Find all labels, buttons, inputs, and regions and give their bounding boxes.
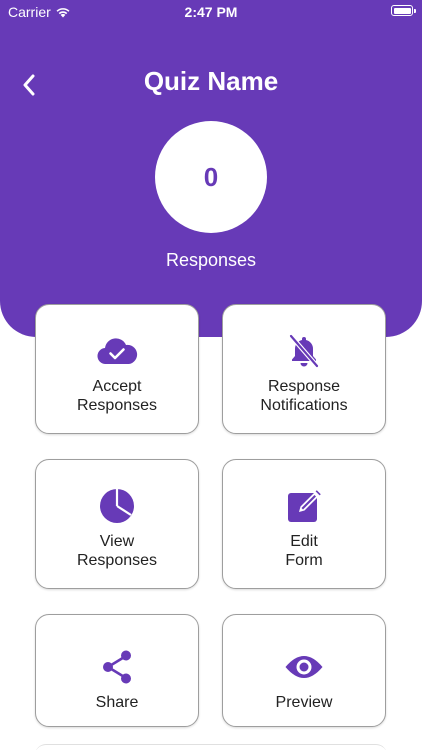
quiz-dashboard-screen: Carrier 2:47 PM Quiz Name 0 Responses Ac… <box>0 0 422 750</box>
next-card-edge <box>35 744 387 750</box>
cloud-check-icon <box>96 333 138 369</box>
response-notifications-label: Response Notifications <box>260 378 348 414</box>
response-count-circle: 0 <box>155 121 267 233</box>
accept-responses-button[interactable]: Accept Responses <box>35 304 199 434</box>
preview-button[interactable]: Preview <box>222 614 386 727</box>
page-title: Quiz Name <box>143 66 279 96</box>
status-time: 2:47 PM <box>184 4 238 20</box>
response-notifications-button[interactable]: Response Notifications <box>222 304 386 434</box>
edit-icon <box>286 488 322 524</box>
edit-form-label: Edit Form <box>285 533 323 569</box>
share-label: Share <box>95 694 139 711</box>
view-responses-label: View Responses <box>76 533 158 569</box>
battery-level <box>393 7 411 14</box>
share-icon <box>100 649 134 685</box>
accept-responses-label: Accept Responses <box>76 378 158 414</box>
edit-form-button[interactable]: Edit Form <box>222 459 386 589</box>
share-button[interactable]: Share <box>35 614 199 727</box>
battery-icon <box>391 5 416 16</box>
status-bar: Carrier 2:47 PM <box>0 0 422 24</box>
response-count-label: Responses <box>165 250 257 270</box>
response-count: 0 <box>203 161 219 192</box>
eye-icon <box>284 649 324 685</box>
bell-off-icon <box>287 333 321 369</box>
pie-chart-icon <box>99 488 135 524</box>
preview-label: Preview <box>275 694 333 711</box>
view-responses-button[interactable]: View Responses <box>35 459 199 589</box>
